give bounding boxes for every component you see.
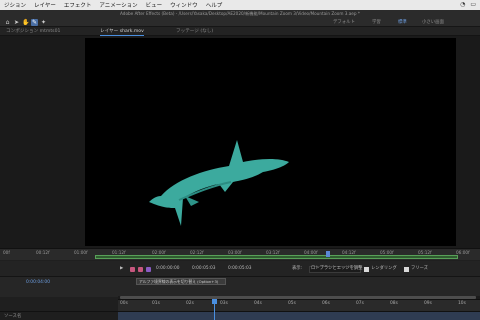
in-time[interactable]: 0:00:00:00 xyxy=(156,266,179,272)
timeline-ruler-tick: 03s xyxy=(220,301,228,306)
in-point-swatch[interactable] xyxy=(130,267,135,272)
workspace-default[interactable]: デフォルト xyxy=(333,19,355,26)
timeline-ruler-tick: 01s xyxy=(152,301,160,306)
window-title: Adobe After Effects (Beta) - /Users/Yasa… xyxy=(0,10,480,18)
home-icon[interactable]: ⌂ xyxy=(4,19,11,26)
timeline-ruler-tick: 05s xyxy=(288,301,296,306)
menu-view[interactable]: ビュー xyxy=(146,1,163,9)
timeline-ruler-tick: 02s xyxy=(186,301,194,306)
duration: 0:00:05:03 xyxy=(228,266,252,271)
pin-icon[interactable]: ✦ xyxy=(40,19,47,26)
viewer-tabs: コンポジション mtmts01 レイヤー shark.mov フッテージ (なし… xyxy=(0,27,480,36)
workspace-standard[interactable]: 標準 xyxy=(398,19,407,26)
shark-footage xyxy=(149,140,289,226)
timeline-ruler-tick: 10s xyxy=(458,301,466,306)
menu-composition[interactable]: ジション xyxy=(4,1,26,9)
layer-track[interactable] xyxy=(118,312,480,320)
layer-ruler-tick: 06:00f xyxy=(456,250,470,255)
menubar-status: ◔ ▭ xyxy=(460,1,476,9)
brush-icon[interactable]: ✎ xyxy=(31,19,38,26)
timeline-ruler-tick: 04s xyxy=(254,301,262,306)
menu-animation[interactable]: アニメーション xyxy=(99,1,137,9)
menubar: ジション レイヤー エフェクト アニメーション ビュー ウィンドウ ヘルプ ◔ … xyxy=(0,0,480,10)
workspace-small-screen[interactable]: 小さい画面 xyxy=(422,19,444,26)
timeline-ruler-tick: 00s xyxy=(120,301,128,306)
menu-help[interactable]: ヘルプ xyxy=(206,1,223,9)
timeline-playhead[interactable] xyxy=(212,299,217,304)
timeline-ruler-tick: 09s xyxy=(424,301,432,306)
timeline-ruler-tick: 08s xyxy=(390,301,398,306)
timeline-ruler[interactable]: 00s 01s 02s 03s 04s 05s 06s 07s 08s 09s … xyxy=(118,299,480,311)
selection-icon[interactable]: ➤ xyxy=(13,19,20,26)
render-checkbox[interactable] xyxy=(364,267,369,272)
current-timecode[interactable]: 0:00:04:00 xyxy=(26,280,50,285)
out-time[interactable]: 0:00:05:03 xyxy=(192,266,215,272)
hand-icon[interactable]: ✋ xyxy=(22,19,29,26)
timeline-ruler-tick: 07s xyxy=(356,301,364,306)
menu-window[interactable]: ウィンドウ xyxy=(170,1,198,9)
layer-controls: ▶ 0:00:00:00 0:00:05:03 0:00:05:03 表示: ロ… xyxy=(0,261,480,277)
timeline-header: 0:00:04:00 xyxy=(0,277,480,297)
out-point-swatch[interactable] xyxy=(138,267,143,272)
layer-ruler-tick: 01:00f xyxy=(74,250,88,255)
tab-composition[interactable]: コンポジション mtmts01 xyxy=(6,27,60,36)
wifi-icon[interactable]: ◔ xyxy=(460,1,465,9)
layer-playhead[interactable] xyxy=(326,251,330,257)
layer-ruler-tick: 00f xyxy=(3,250,10,255)
source-name-column[interactable]: ソース名 xyxy=(4,313,21,319)
play-icon[interactable]: ▶ xyxy=(120,266,123,272)
tooltip: アルファ境界線の表示を切り替え (Option+3) xyxy=(136,278,226,285)
view-label: 表示: xyxy=(292,266,303,271)
menu-effect[interactable]: エフェクト xyxy=(64,1,92,9)
toolbar: ⌂ ➤ ✋ ✎ ✦ デフォルト 学習 標準 小さい画面 xyxy=(0,18,480,27)
layer-ruler-tick: 00:12f xyxy=(36,250,50,255)
freeze-checkbox[interactable] xyxy=(404,267,409,272)
workspace-learn[interactable]: 学習 xyxy=(372,19,381,26)
tab-footage[interactable]: フッテージ (なし) xyxy=(176,27,213,36)
view-dropdown-value: ロトブラシとエッジを調整 xyxy=(311,266,363,271)
freeze-label: フリーズ xyxy=(411,266,428,271)
render-label: レンダリング xyxy=(371,266,397,271)
battery-icon[interactable]: ▭ xyxy=(470,1,476,9)
timeline-ruler-tick: 06s xyxy=(322,301,330,306)
render-swatch[interactable] xyxy=(146,267,151,272)
tab-layer[interactable]: レイヤー shark.mov xyxy=(100,27,144,36)
menu-layer[interactable]: レイヤー xyxy=(34,1,56,9)
rotobrush-span-bar[interactable] xyxy=(95,255,458,259)
